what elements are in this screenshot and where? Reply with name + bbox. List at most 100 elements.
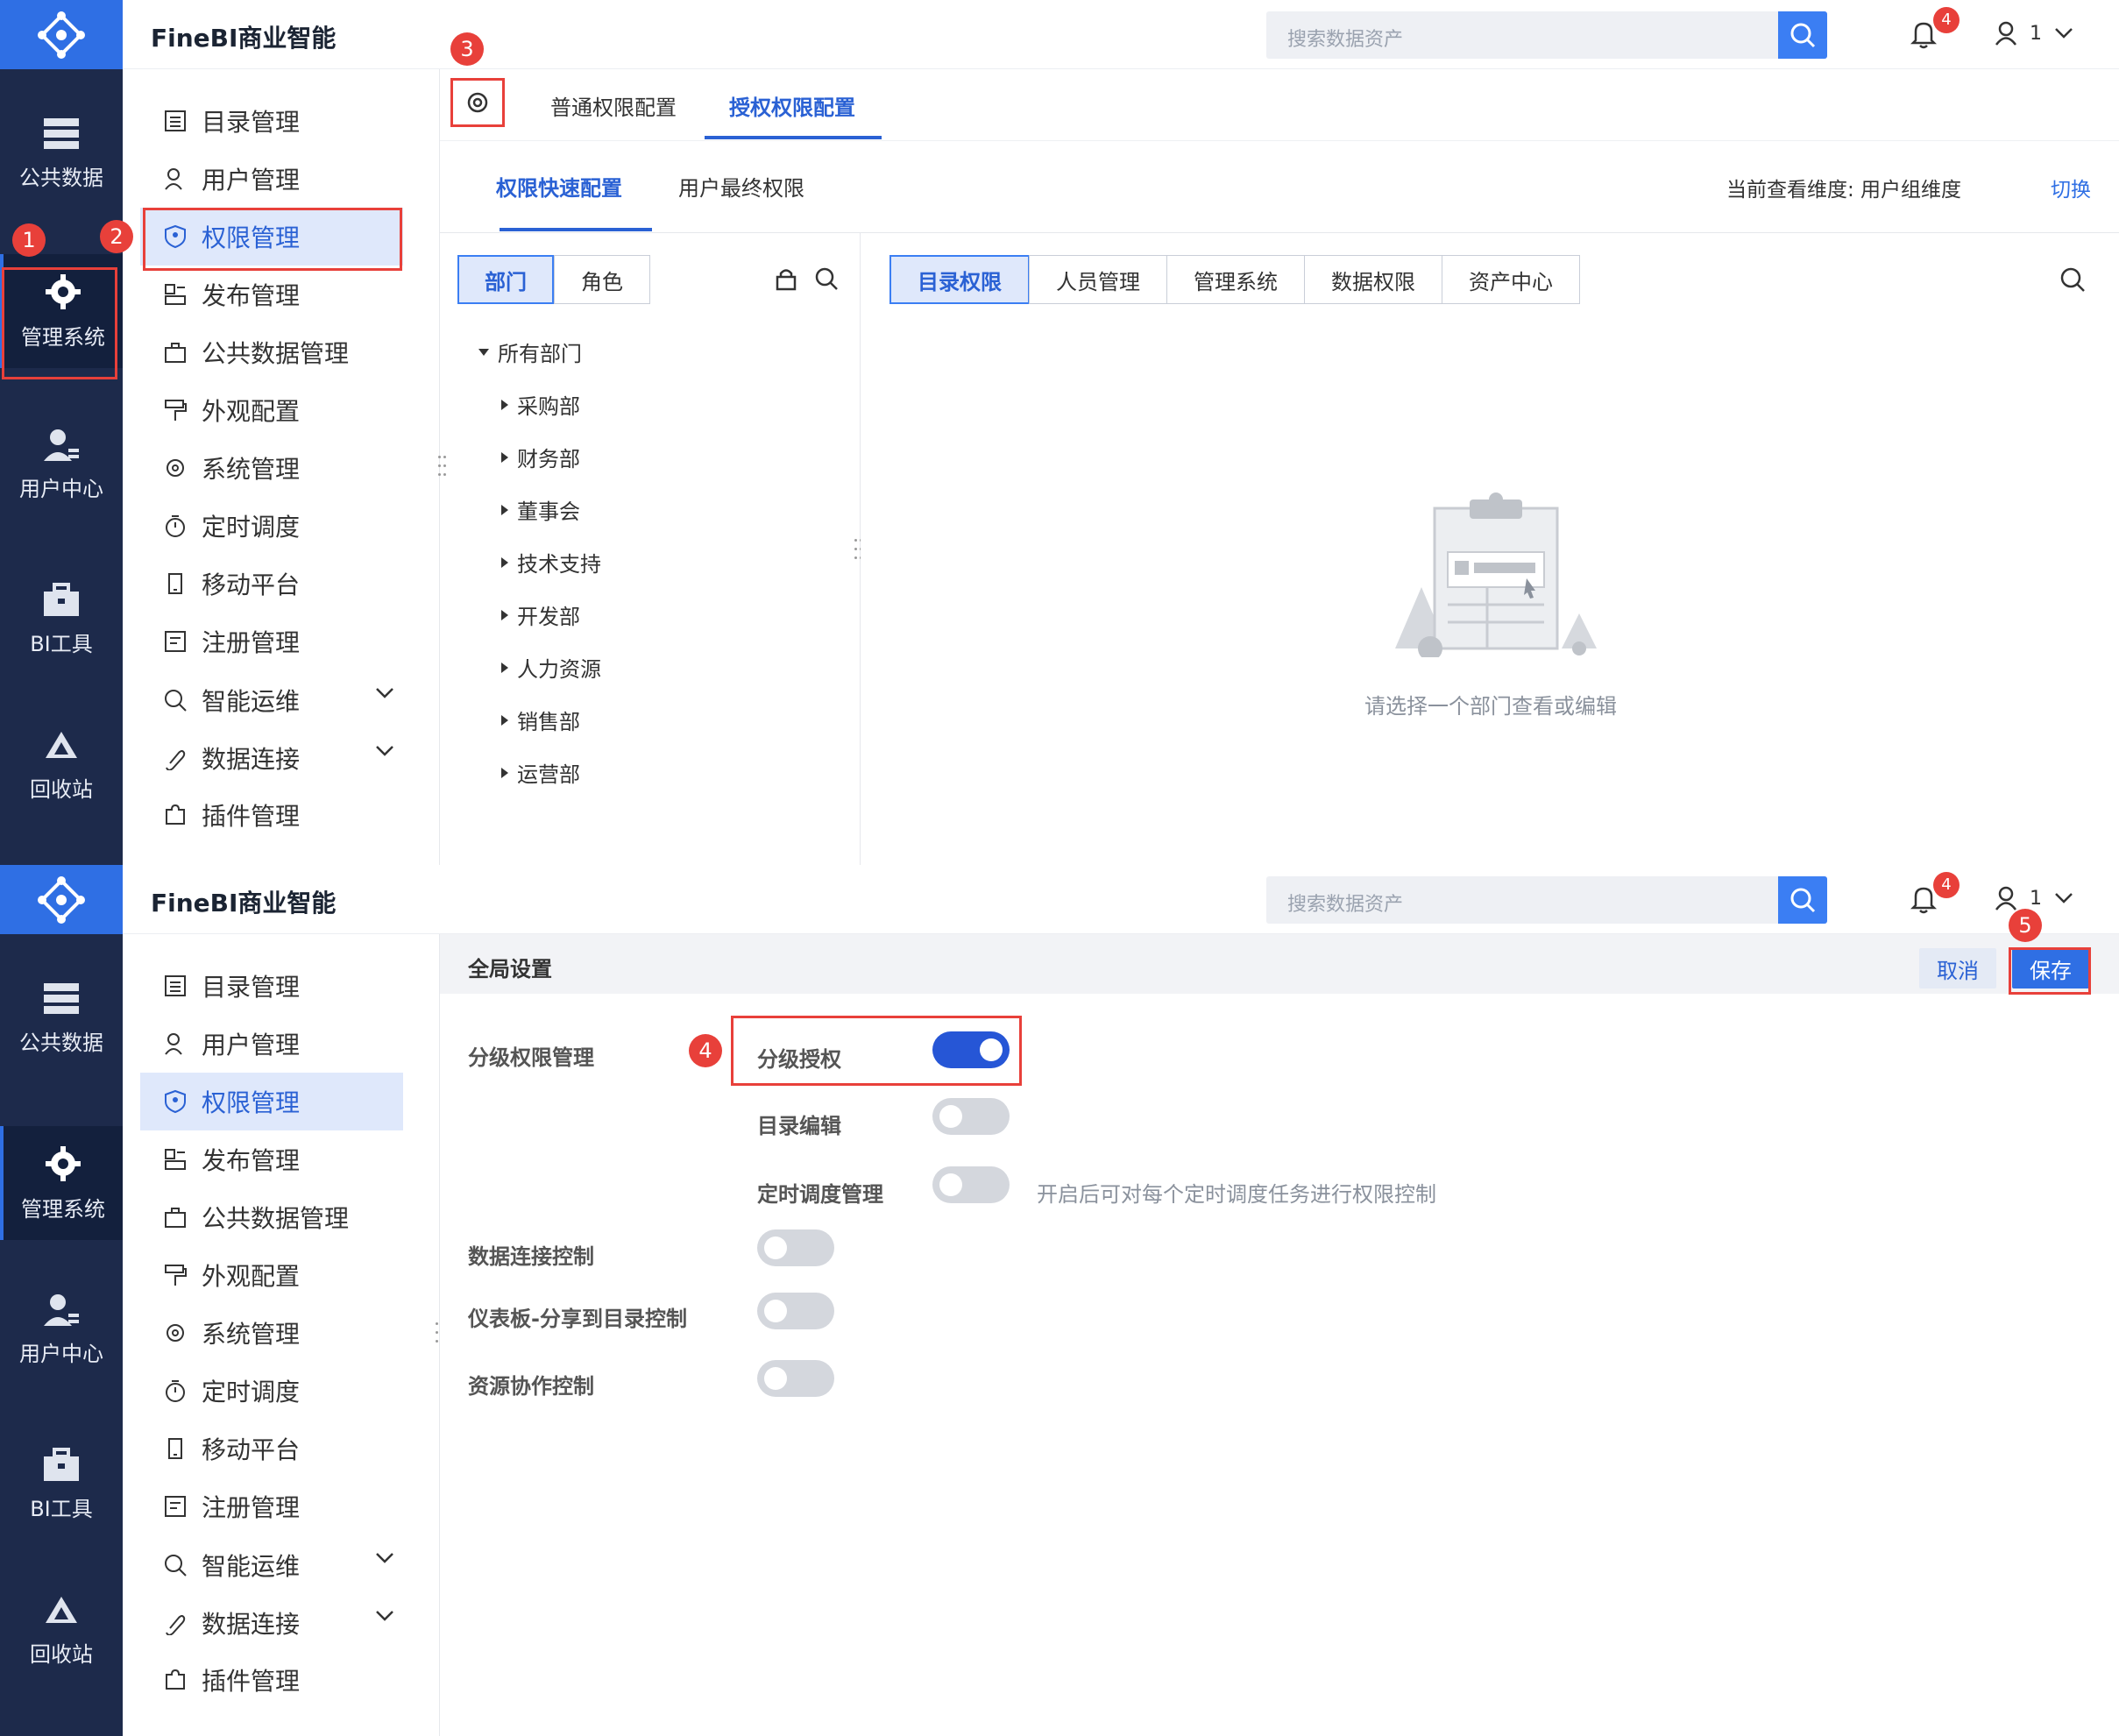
drag-handle[interactable] bbox=[436, 1322, 443, 1349]
segment-department[interactable]: 部门 bbox=[457, 255, 554, 304]
cancel-button[interactable]: 取消 bbox=[1919, 948, 1996, 988]
lock-icon[interactable] bbox=[774, 266, 798, 291]
gear-icon bbox=[167, 459, 184, 477]
tab-final-permission[interactable]: 用户最终权限 bbox=[678, 171, 804, 202]
annotation-marker: 2 bbox=[100, 220, 133, 253]
toggle-resource-collab[interactable] bbox=[757, 1360, 834, 1397]
sidebar-item-public-data[interactable]: 公共数据管理 bbox=[140, 1188, 403, 1246]
caret-right-icon bbox=[501, 451, 508, 463]
search-box[interactable]: 搜索数据资产 bbox=[1266, 876, 1827, 924]
sidebar-item-schedule[interactable]: 定时调度 bbox=[140, 1362, 403, 1420]
annotation-box bbox=[2009, 947, 2091, 995]
sidebar-item-ops[interactable]: 智能运维 bbox=[140, 1536, 403, 1594]
mobile-icon bbox=[168, 1438, 182, 1459]
tree-item[interactable]: 采购部 bbox=[501, 389, 580, 420]
nav-bi-tools[interactable]: BI工具 bbox=[0, 563, 123, 677]
tab-normal-permission[interactable]: 普通权限配置 bbox=[550, 90, 677, 121]
user-menu[interactable]: 1 bbox=[1995, 886, 2073, 911]
sidebar-item-catalog[interactable]: 目录管理 bbox=[140, 92, 403, 150]
register-icon bbox=[165, 631, 186, 652]
caret-right-icon bbox=[501, 662, 508, 673]
admin-sidebar: 目录管理 用户管理 权限管理 发布管理 公共数据管理 外观配置 系统管理 定时调… bbox=[123, 934, 440, 1736]
sidebar-item-registration[interactable]: 注册管理 bbox=[140, 1477, 403, 1535]
bell-icon[interactable] bbox=[1910, 884, 1937, 914]
toggle-schedule-manage[interactable] bbox=[932, 1166, 1010, 1203]
sidebar-item-system[interactable]: 系统管理 bbox=[140, 439, 403, 497]
sidebar-item-mobile[interactable]: 移动平台 bbox=[140, 555, 403, 613]
nav-recycle-bin[interactable]: 回收站 bbox=[0, 1573, 123, 1687]
segment-role[interactable]: 角色 bbox=[554, 255, 650, 304]
sidebar-item-appearance[interactable]: 外观配置 bbox=[140, 1246, 403, 1304]
paint-roller-icon bbox=[165, 400, 187, 421]
tree-item[interactable]: 技术支持 bbox=[501, 547, 601, 577]
drag-handle[interactable] bbox=[438, 456, 446, 482]
tree-item-label: 采购部 bbox=[517, 394, 580, 419]
tree-item[interactable]: 人力资源 bbox=[501, 652, 601, 683]
sidebar-item-registration[interactable]: 注册管理 bbox=[140, 613, 403, 670]
nav-public-data[interactable]: 公共数据 bbox=[0, 961, 123, 1075]
sub-tabs: 权限快速配置 用户最终权限 当前查看维度: 用户组维度 切换 bbox=[440, 141, 2119, 233]
logo-icon bbox=[38, 875, 85, 924]
tree-item[interactable]: 开发部 bbox=[501, 599, 580, 630]
tab-asset-center[interactable]: 资产中心 bbox=[1442, 255, 1580, 304]
toggle-dashboard-share[interactable] bbox=[757, 1293, 834, 1329]
sidebar-item-mobile[interactable]: 移动平台 bbox=[140, 1420, 403, 1477]
sidebar-item-users[interactable]: 用户管理 bbox=[140, 1015, 403, 1073]
settings-button[interactable] bbox=[450, 78, 505, 127]
nav-public-data[interactable]: 公共数据 bbox=[0, 96, 123, 210]
tree-item[interactable]: 运营部 bbox=[501, 757, 580, 788]
sidebar-item-users[interactable]: 用户管理 bbox=[140, 150, 403, 208]
nav-user-center[interactable]: 用户中心 bbox=[0, 407, 123, 521]
recycle-icon bbox=[46, 731, 77, 758]
sidebar-item-public-data[interactable]: 公共数据管理 bbox=[140, 323, 403, 381]
user-menu[interactable]: 1 bbox=[1995, 21, 2073, 46]
sidebar-item-schedule[interactable]: 定时调度 bbox=[140, 497, 403, 555]
tab-admin-system[interactable]: 管理系统 bbox=[1166, 255, 1305, 304]
toggle-catalog-edit[interactable] bbox=[932, 1098, 1010, 1135]
tree-item[interactable]: 财务部 bbox=[501, 442, 580, 472]
notification-badge: 4 bbox=[1933, 7, 1960, 33]
tree-item[interactable]: 董事会 bbox=[501, 494, 580, 525]
toolbox-icon bbox=[44, 582, 79, 616]
tree-item[interactable]: 销售部 bbox=[501, 705, 580, 735]
chevron-down-icon bbox=[2055, 893, 2073, 903]
tab-personnel[interactable]: 人员管理 bbox=[1029, 255, 1167, 304]
brand-title: FineBI商业智能 bbox=[151, 889, 337, 918]
search-icon[interactable] bbox=[2059, 266, 2086, 293]
tab-data-permission[interactable]: 数据权限 bbox=[1304, 255, 1442, 304]
search-box[interactable]: 搜索数据资产 bbox=[1266, 11, 1827, 59]
sidebar-item-ops[interactable]: 智能运维 bbox=[140, 671, 403, 729]
sidebar-item-appearance[interactable]: 外观配置 bbox=[140, 381, 403, 439]
search-button[interactable] bbox=[1778, 876, 1827, 924]
sidebar-label: 发布管理 bbox=[202, 281, 301, 310]
nav-bi-tools[interactable]: BI工具 bbox=[0, 1428, 123, 1541]
sidebar-item-system[interactable]: 系统管理 bbox=[140, 1304, 403, 1362]
tab-quick-config[interactable]: 权限快速配置 bbox=[496, 171, 622, 202]
search-placeholder: 搜索数据资产 bbox=[1287, 894, 1404, 916]
search-icon[interactable] bbox=[814, 266, 839, 291]
nav-label: 公共数据 bbox=[19, 165, 103, 190]
tree-root[interactable]: 所有部门 bbox=[478, 337, 582, 367]
caret-right-icon bbox=[501, 767, 508, 778]
sidebar-item-publish[interactable]: 发布管理 bbox=[140, 266, 403, 323]
sidebar-item-plugins[interactable]: 插件管理 bbox=[140, 786, 403, 844]
logo[interactable] bbox=[0, 865, 123, 934]
tab-catalog-permission[interactable]: 目录权限 bbox=[889, 255, 1030, 304]
sidebar-label: 系统管理 bbox=[202, 1320, 301, 1349]
sidebar-item-permissions[interactable]: 权限管理 bbox=[140, 1073, 403, 1130]
bell-icon[interactable] bbox=[1910, 19, 1937, 49]
nav-user-center[interactable]: 用户中心 bbox=[0, 1272, 123, 1386]
sidebar-item-data-connect[interactable]: 数据连接 bbox=[140, 729, 403, 787]
nav-recycle-bin[interactable]: 回收站 bbox=[0, 708, 123, 822]
sidebar-item-publish[interactable]: 发布管理 bbox=[140, 1130, 403, 1188]
sidebar-item-data-connect[interactable]: 数据连接 bbox=[140, 1594, 403, 1652]
sidebar-item-plugins[interactable]: 插件管理 bbox=[140, 1651, 403, 1709]
sidebar-item-catalog[interactable]: 目录管理 bbox=[140, 957, 403, 1015]
search-button[interactable] bbox=[1778, 11, 1827, 59]
switch-link[interactable]: 切换 bbox=[2051, 173, 2091, 202]
tab-authorization-permission[interactable]: 授权权限配置 bbox=[729, 90, 855, 121]
sidebar-label: 插件管理 bbox=[202, 1667, 301, 1696]
nav-admin-system[interactable]: 管理系统 bbox=[0, 1126, 123, 1240]
toggle-data-connection[interactable] bbox=[757, 1229, 834, 1266]
logo[interactable] bbox=[0, 0, 123, 69]
